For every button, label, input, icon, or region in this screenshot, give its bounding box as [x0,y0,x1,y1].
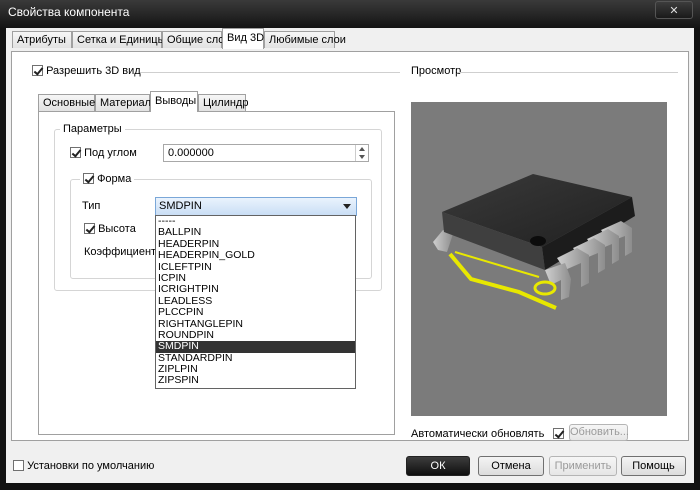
title-bar[interactable]: Свойства компонента ✕ [0,0,700,24]
angle-spinner[interactable] [355,145,368,161]
dropdown-option[interactable]: PLCCPIN [156,306,355,318]
type-dropdown-list[interactable]: ----- BALLPIN HEADERPIN HEADERPIN_GOLD ICLEF… [155,215,356,389]
angle-value: 0.000000 [168,147,214,159]
preview-label: Просмотр [411,65,462,77]
dropdown-option[interactable]: ZIPSPIN [156,375,355,387]
defaults-label: Установки по умолчанию [27,460,155,472]
window-title: Свойства компонента [8,5,130,19]
divider [140,72,400,73]
enable-3d-checkbox-row[interactable]: Разрешить 3D вид [32,65,141,77]
close-button[interactable]: ✕ [655,1,693,19]
chip-3d-preview-image [433,174,635,310]
spinner-arrows-icon [359,147,365,159]
auto-update-label: Автоматически обновлять [411,428,545,440]
angle-input[interactable]: 0.000000 [163,144,369,162]
coef-label: Коэффициент [84,246,157,258]
help-button[interactable]: Помощь [621,456,686,476]
height-label: Высота [98,223,136,235]
cancel-button[interactable]: Отмена [478,456,544,476]
angle-checkbox[interactable] [70,147,81,158]
tab-favorite-layers[interactable]: Любимые слои [264,31,346,48]
tab-common-layers[interactable]: Общие слои [162,31,231,48]
auto-update-checkbox[interactable] [553,428,565,439]
form-checkbox-row[interactable]: Форма [80,173,135,185]
height-checkbox[interactable] [84,223,95,234]
dialog-window: Свойства компонента ✕ Атрибуты Сетка и Е… [0,0,700,490]
dialog-client: Атрибуты Сетка и Единицы Общие слои Вид … [6,28,694,483]
form-checkbox[interactable] [83,173,94,184]
angle-label: Под углом [84,147,137,159]
type-select-value: SMDPIN [159,200,202,212]
apply-button[interactable]: Применить [549,456,617,476]
chevron-down-icon [343,204,351,209]
subtab-pins[interactable]: Выводы [150,91,198,112]
type-select[interactable]: SMDPIN [155,197,357,216]
type-label: Тип [82,200,101,212]
update-button[interactable]: Обновить... [569,424,629,441]
defaults-checkbox[interactable] [13,460,24,471]
defaults-checkbox-row[interactable]: Установки по умолчанию [13,460,154,472]
ok-button[interactable]: ОК [406,456,470,476]
auto-update-row[interactable]: Автоматически обновлять [411,428,565,440]
params-group-label: Параметры [60,123,125,135]
form-label: Форма [97,173,132,185]
subtab-cylinder[interactable]: Цилиндр [198,94,248,111]
enable-3d-checkbox[interactable] [32,65,43,76]
subtab-basic[interactable]: Основные [38,94,95,111]
preview-canvas[interactable] [411,102,667,416]
tab-attributes[interactable]: Атрибуты [12,31,72,48]
angle-checkbox-row[interactable]: Под углом [70,147,137,159]
divider [458,72,678,73]
dropdown-option[interactable]: SMDPIN [156,340,355,353]
enable-3d-label: Разрешить 3D вид [46,65,141,77]
tab-3d-view[interactable]: Вид 3D [222,28,264,49]
dropdown-option[interactable]: HEADERPIN_GOLD [156,249,355,261]
subtab-material[interactable]: Материал [95,94,151,111]
tab-grid-units[interactable]: Сетка и Единицы [72,31,166,48]
tab-panel-3d: Разрешить 3D вид Основные Материал Вывод… [11,51,689,441]
height-checkbox-row[interactable]: Высота [84,223,136,235]
